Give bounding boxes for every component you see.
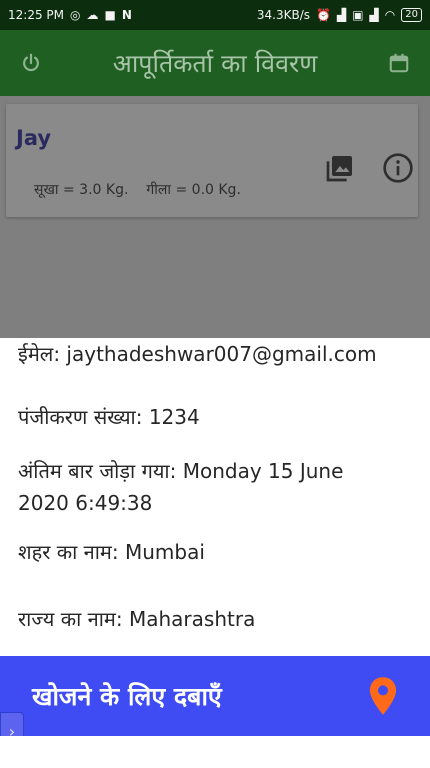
wet-weight: गीला = 0.0 Kg. bbox=[146, 182, 241, 198]
n-icon: N bbox=[121, 8, 132, 22]
alarm-icon: ⏰ bbox=[316, 8, 331, 22]
navigation-bar bbox=[0, 736, 430, 768]
details-sheet: ईमेल: jaythadeshwar007@gmail.com पंजीकरण… bbox=[0, 338, 430, 656]
email-row: ईमेल: jaythadeshwar007@gmail.com bbox=[18, 342, 377, 366]
city-row: शहर का नाम: Mumbai bbox=[18, 540, 205, 564]
search-button-label: खोजने के लिए दबाएँ bbox=[32, 682, 222, 711]
gallery-icon[interactable] bbox=[324, 152, 356, 184]
clock: 12:25 PM bbox=[8, 8, 64, 22]
last-added-row-line2: 2020 6:49:38 bbox=[18, 491, 153, 515]
cloud-icon: ☁ bbox=[86, 8, 99, 22]
info-icon[interactable] bbox=[382, 152, 414, 184]
network-speed: 34.3KB/s bbox=[256, 8, 311, 22]
page-title: आपूर्तिकर्ता का विवरण bbox=[112, 49, 318, 78]
whatsapp-icon: ◎ bbox=[70, 8, 81, 22]
calendar-icon bbox=[389, 53, 409, 73]
last-added-row-line1: अंतिम बार जोड़ा गया: Monday 15 June bbox=[18, 459, 344, 483]
state-row: राज्य का नाम: Maharashtra bbox=[18, 607, 256, 631]
screen: 12:25 PM ◎ ☁ ■ N 34.3KB/s ⏰ ▟ ▣ ▟ ◠ 20 आ… bbox=[0, 0, 430, 768]
supplier-card[interactable]: Jay सूखा = 3.0 Kg. गीला = 0.0 Kg. bbox=[6, 104, 418, 217]
volte-icon: ▣ bbox=[352, 8, 364, 22]
signal-icon: ▟ bbox=[369, 8, 379, 22]
calendar-button[interactable] bbox=[382, 46, 416, 80]
search-button[interactable]: खोजने के लिए दबाएँ bbox=[0, 656, 430, 736]
location-pin-icon bbox=[369, 677, 397, 715]
signal-icon: ▟ bbox=[336, 8, 347, 22]
weights: सूखा = 3.0 Kg. गीला = 0.0 Kg. bbox=[34, 180, 241, 199]
video-icon: ■ bbox=[104, 8, 116, 22]
power-icon bbox=[23, 53, 39, 72]
content-area: Jay सूखा = 3.0 Kg. गीला = 0.0 Kg. bbox=[0, 96, 430, 338]
app-bar: आपूर्तिकर्ता का विवरण bbox=[0, 30, 430, 96]
battery-icon: 20 bbox=[401, 8, 422, 22]
dry-weight: सूखा = 3.0 Kg. bbox=[34, 182, 129, 198]
registration-row: पंजीकरण संख्या: 1234 bbox=[18, 405, 200, 429]
status-bar: 12:25 PM ◎ ☁ ■ N 34.3KB/s ⏰ ▟ ▣ ▟ ◠ 20 bbox=[0, 0, 430, 30]
wifi-icon: ◠ bbox=[384, 8, 396, 22]
supplier-name: Jay bbox=[16, 126, 52, 150]
power-button[interactable] bbox=[14, 46, 48, 80]
